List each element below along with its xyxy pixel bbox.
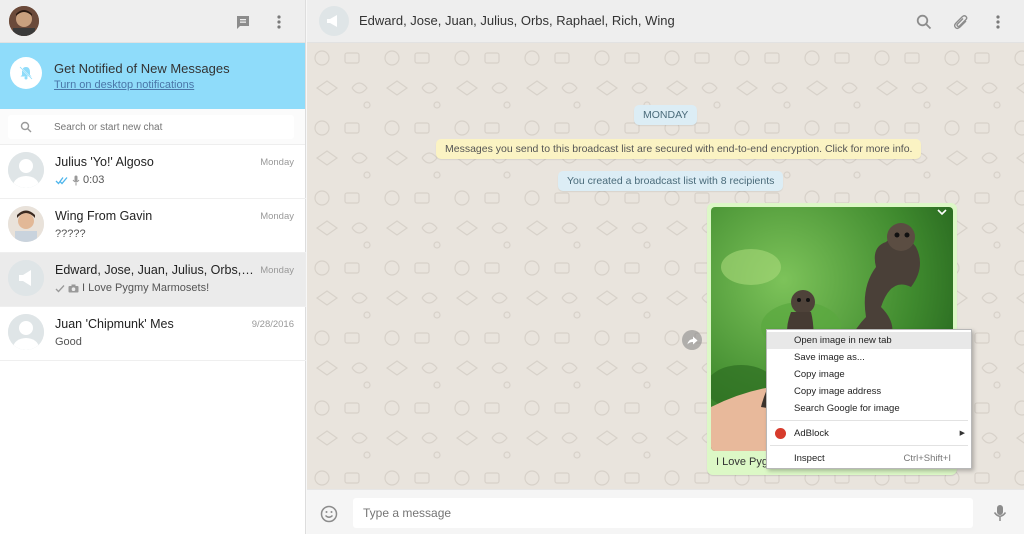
broadcast-avatar-icon [8, 260, 44, 296]
avatar [8, 206, 44, 242]
message-input[interactable] [353, 498, 973, 528]
chat-name: Julius 'Yo!' Algoso [55, 155, 154, 169]
attach-icon[interactable] [950, 11, 972, 33]
message-composer [307, 489, 1024, 534]
avatar[interactable] [9, 6, 39, 36]
broadcast-icon[interactable] [319, 6, 349, 36]
submenu-arrow-icon: ▶ [959, 430, 965, 437]
conversation-title[interactable]: Edward, Jose, Juan, Julius, Orbs, Raphae… [359, 13, 675, 28]
conversation-panel: Edward, Jose, Juan, Julius, Orbs, Raphae… [307, 0, 1024, 534]
emoji-icon[interactable] [320, 505, 338, 523]
menu-icon[interactable] [268, 11, 290, 33]
double-tick-icon [55, 176, 68, 184]
chat-time: Monday [260, 157, 294, 168]
menu-item-save-image-as[interactable]: Save image as... [767, 349, 971, 366]
chevron-down-icon[interactable] [937, 209, 947, 216]
default-avatar-icon [8, 314, 44, 350]
shortcut-label: Ctrl+Shift+I [903, 453, 951, 464]
search-icon [20, 121, 32, 133]
conversation-header[interactable]: Edward, Jose, Juan, Julius, Orbs, Raphae… [307, 0, 1024, 43]
chat-name: Wing From Gavin [55, 209, 153, 223]
search-input[interactable] [54, 119, 284, 135]
chat-time: 9/28/2016 [251, 319, 294, 330]
chat-preview-text: I Love Pygmy Marmosets! [82, 282, 210, 294]
bell-off-icon [10, 57, 42, 89]
menu-item-label: AdBlock [794, 428, 829, 439]
notification-banner[interactable]: Get Notified of New Messages Turn on des… [0, 43, 305, 109]
chat-preview: ????? [55, 228, 86, 240]
adblock-icon [775, 428, 786, 439]
sidebar: Get Notified of New Messages Turn on des… [0, 0, 306, 534]
forward-icon[interactable] [682, 330, 702, 350]
menu-separator [770, 420, 968, 421]
menu-separator [770, 445, 968, 446]
chat-time: Monday [260, 265, 294, 276]
chat-preview-text: 0:03 [83, 174, 105, 186]
chat-preview: 0:03 [55, 174, 104, 186]
menu-item-copy-image[interactable]: Copy image [767, 366, 971, 383]
mic-icon[interactable] [993, 504, 1007, 522]
system-message: You created a broadcast list with 8 reci… [558, 171, 784, 191]
search-bar [0, 109, 305, 145]
chat-item-broadcast[interactable]: Edward, Jose, Juan, Julius, Orbs, Ra... … [0, 253, 306, 307]
camera-icon [68, 284, 79, 292]
context-menu: Open image in new tab Save image as... C… [766, 329, 972, 469]
search-box[interactable] [8, 115, 294, 139]
menu-item-label: Inspect [794, 453, 825, 464]
notification-title: Get Notified of New Messages [54, 61, 230, 76]
new-chat-icon[interactable] [232, 11, 254, 33]
single-tick-icon [55, 284, 65, 292]
chat-preview-text: ????? [55, 228, 86, 240]
menu-item-open-image-new-tab[interactable]: Open image in new tab [767, 332, 971, 349]
search-icon[interactable] [913, 11, 935, 33]
chat-item-wing[interactable]: Wing From Gavin Monday ????? [0, 199, 306, 253]
enable-notifications-link[interactable]: Turn on desktop notifications [54, 79, 194, 91]
menu-item-inspect[interactable]: Inspect Ctrl+Shift+I [767, 450, 971, 467]
chat-name: Juan 'Chipmunk' Mes [55, 317, 174, 331]
menu-icon[interactable] [987, 11, 1009, 33]
menu-item-search-google-image[interactable]: Search Google for image [767, 400, 971, 417]
chat-preview: Good [55, 336, 82, 348]
date-divider: MONDAY [634, 105, 698, 125]
chat-preview: I Love Pygmy Marmosets! [55, 282, 209, 294]
chat-time: Monday [260, 211, 294, 222]
chat-item-juan[interactable]: Juan 'Chipmunk' Mes 9/28/2016 Good [0, 307, 306, 361]
default-avatar-icon [8, 152, 44, 188]
menu-item-copy-image-address[interactable]: Copy image address [767, 383, 971, 400]
menu-item-adblock[interactable]: AdBlock ▶ [767, 425, 971, 442]
mic-icon [72, 175, 80, 185]
encryption-notice[interactable]: Messages you send to this broadcast list… [436, 139, 922, 159]
chat-preview-text: Good [55, 336, 82, 348]
sidebar-header [0, 0, 305, 43]
chat-name: Edward, Jose, Juan, Julius, Orbs, Ra... [55, 263, 255, 277]
chat-item-julius[interactable]: Julius 'Yo!' Algoso Monday 0:03 [0, 145, 306, 199]
